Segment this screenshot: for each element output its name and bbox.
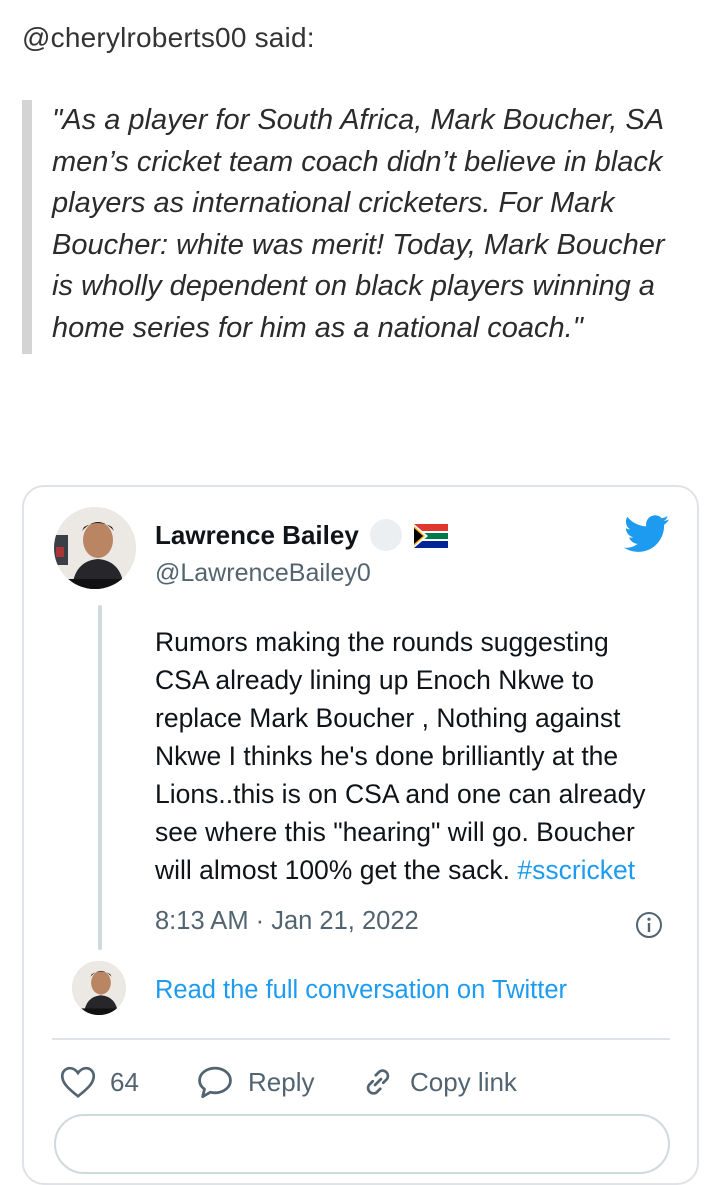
quote-line: men’s cricket team coach didn’t believe … [52,145,663,178]
quote-line: is wholly dependent on black players win… [52,270,655,302]
reply-label: Reply [248,1066,315,1097]
blank-badge-icon [370,519,402,551]
tweet-text-line: will almost 100% get the sack. [155,855,518,885]
tweet-text-line: Lions..this is on CSA and one can alread… [155,779,646,809]
tweet-timestamp[interactable]: 8:13 AM · Jan 21, 2022 [155,907,419,936]
copy-link-button[interactable]: Copy link [360,1062,517,1102]
quote-line: players as international cricketers. For… [52,187,615,219]
post-attribution: @cherylroberts00 said: [22,22,315,53]
author-avatar-image [54,507,136,589]
read-full-conversation-link[interactable]: Read the full conversation on Twitter [155,976,567,1005]
embedded-tweet-card: Lawrence Bailey @LawrenceBailey0 Rumors … [22,485,699,1185]
thread-line [98,605,102,950]
heart-icon [60,1066,96,1098]
twitter-bird-icon[interactable] [624,515,670,553]
tweet-text-line: Nkwe I thinks he's done brilliantly at t… [155,741,619,771]
tweet-body: Rumors making the rounds suggesting CSA … [155,623,685,889]
link-icon [366,1069,390,1095]
divider [52,1038,670,1040]
author-avatar[interactable] [54,507,136,589]
reply-button[interactable]: Reply [196,1062,314,1102]
reply-bubble-icon [198,1066,232,1099]
tweet-author-name[interactable]: Lawrence Bailey [155,520,359,551]
like-button[interactable]: 64 [60,1062,139,1102]
tweet-text-line: CSA already lining up Enoch Nkwe to [155,665,594,695]
quoted-comment: "As a player for South Africa, Mark Bouc… [22,100,702,354]
quote-line: home series for him as a national coach.… [52,311,583,344]
copy-link-label: Copy link [410,1066,517,1097]
hashtag-link[interactable]: #sscricket [517,855,635,885]
quote-line: Boucher: white was merit! Today, Mark Bo… [52,228,665,261]
author-avatar-small[interactable] [72,961,126,1015]
like-count: 64 [110,1066,139,1097]
info-icon[interactable] [635,911,663,939]
quote-line: "As a player for South Africa, Mark Bouc… [52,104,665,136]
tweet-text-line: replace Mark Boucher , Nothing against [155,703,621,733]
tweet-text-last-line: will almost 100% get the sack. #sscricke… [155,851,685,889]
tweet-author-handle[interactable]: @LawrenceBailey0 [155,559,371,588]
tweet-actions: 64 Reply Copy link [60,1062,660,1102]
south-africa-flag-icon [414,524,448,548]
tweet-text-line: Rumors making the rounds suggesting [155,627,609,657]
read-replies-button[interactable] [54,1114,670,1174]
tweet-text-line: see where this "hearing" will go. Bouche… [155,817,635,847]
author-avatar-image [72,961,126,1015]
